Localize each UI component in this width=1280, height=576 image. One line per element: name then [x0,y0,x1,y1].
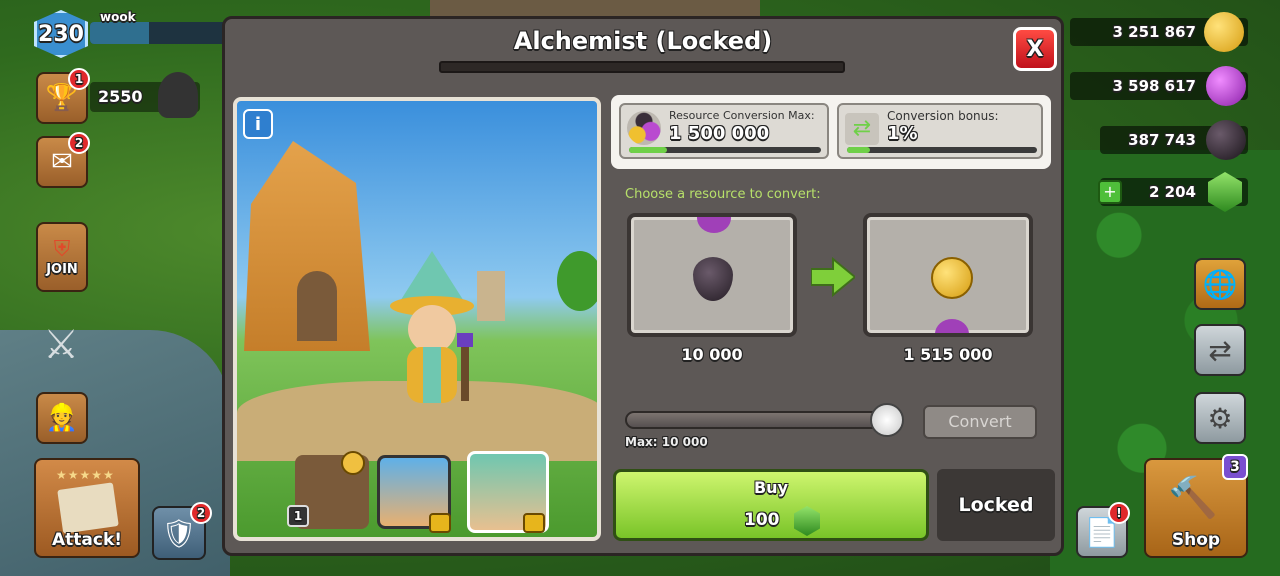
dark-elixir-drop-icon [1206,120,1246,160]
notes-badge: ! [1108,502,1130,524]
info-icon: i [254,113,262,135]
conversion-max-value: 1 500 000 [669,123,770,144]
elixir-drop-icon [1206,66,1246,106]
buy-button[interactable]: Buy 100 [613,469,929,541]
swap-arrows-icon: ⇄ [845,113,879,145]
source-amount: 10 000 [681,345,743,364]
mail-icon: ✉ [51,147,73,177]
crossed-swords-icon[interactable]: ⚔ [26,322,96,378]
clan-label: JOIN [46,262,78,277]
alchemist-dialog: Alchemist (Locked) X i 1 Resource Conver… [222,16,1064,556]
background-tree [557,251,597,311]
mail-badge: 2 [68,132,90,154]
gold-coin-icon [931,257,973,299]
close-icon: X [1026,36,1044,62]
slider-handle[interactable] [870,403,904,437]
builder-button[interactable]: 👷 [36,392,88,444]
shop-badge: 3 [1222,454,1248,480]
layout-button[interactable]: ⇄ [1194,324,1246,376]
info-button[interactable]: i [243,109,273,139]
dark-elixir-drop-icon [693,257,733,301]
map-icon [57,482,119,534]
target-amount: 1 515 000 [903,345,993,364]
hero-portrait-badge: 1 [287,505,309,527]
arrows-icon: ⇄ [1208,333,1232,367]
elixir-drop-icon [935,319,969,333]
gold-coin-icon [1204,12,1244,52]
close-button[interactable]: X [1013,27,1057,71]
builder-icon: 👷 [45,403,79,433]
conversion-info-card: Resource Conversion Max: 1 500 000 ⇄ Con… [611,95,1051,169]
mixed-resource-icon [627,111,661,145]
gem-icon [794,506,820,536]
player-level: 230 [38,21,84,47]
xp-bar-fill [90,22,149,44]
title-underline [439,61,845,73]
dialog-title: Alchemist (Locked) [513,27,773,55]
xp-bar [90,22,230,44]
slider-max-label: Max: 10 000 [625,435,708,449]
league-icon [158,72,198,118]
events-button[interactable]: 🌐 [1194,258,1246,310]
hut-door [297,271,337,341]
trophy-badge: 1 [68,68,90,90]
alchemist-character [390,251,474,403]
player-name: wook [100,10,136,24]
conversion-bonus-label: Conversion bonus: [887,109,999,123]
conversion-bonus-progress [847,147,1037,153]
shop-label: Shop [1171,530,1221,550]
locked-status: Locked [937,469,1055,541]
lock-icon [429,513,451,533]
hammer-icon: 🔨 [1168,475,1218,521]
lock-icon [523,513,545,533]
buy-price: 100 [744,510,780,530]
amount-slider[interactable] [625,411,887,429]
add-gems-button[interactable]: + [1098,180,1122,204]
shield-badge: 2 [190,502,212,524]
conversion-max-label: Resource Conversion Max: [669,109,815,122]
timer-icon [341,451,365,475]
settings-button[interactable]: ⚙ [1194,392,1246,444]
conversion-bonus-value: 1% [887,123,918,144]
alchemist-scene: i 1 [233,97,601,541]
source-resource-slot[interactable] [627,213,797,337]
target-resource-slot[interactable] [863,213,1033,337]
clan-shield-icon: ⛨ [53,237,71,262]
gear-icon: ⚙ [1207,401,1233,435]
convert-button[interactable]: Convert [923,405,1037,439]
attack-label: Attack! [51,530,123,550]
globe-icon: 🌐 [1202,267,1238,301]
star-row-icon: ★★★★★ [56,468,115,482]
clan-button[interactable]: ⛨ JOIN [36,222,88,292]
conversion-max-box: Resource Conversion Max: 1 500 000 [619,103,829,159]
attack-button[interactable]: ★★★★★ Attack! [34,458,140,558]
buy-label: Buy [753,478,788,497]
conversion-max-progress [629,147,821,153]
choose-resource-label: Choose a resource to convert: [625,187,821,202]
shield-icon: 🛡 [161,516,197,550]
convert-arrow-icon [811,257,855,297]
conversion-bonus-box: ⇄ Conversion bonus: 1% [837,103,1043,159]
elixir-drop-icon [697,217,731,233]
level-badge-icon[interactable]: 230 [34,10,88,58]
